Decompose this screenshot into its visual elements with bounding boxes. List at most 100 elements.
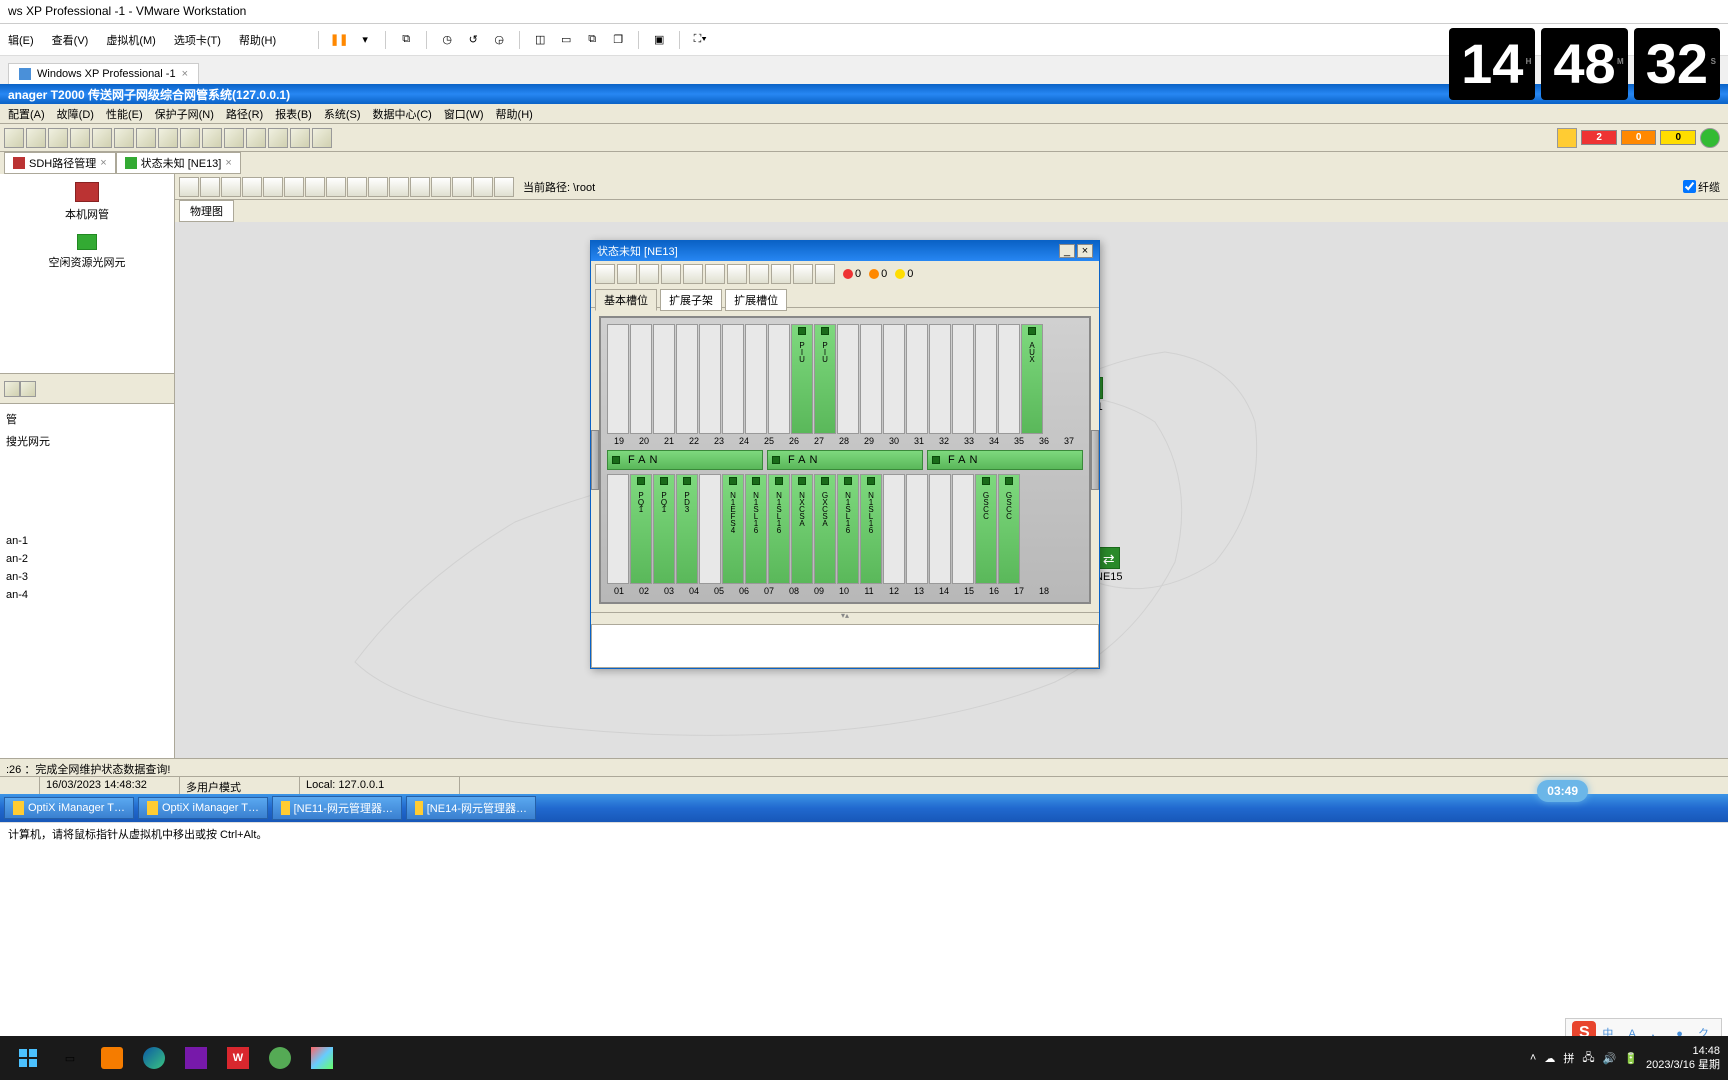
xp-task-item[interactable]: [NE11-网元管理器… [272,796,402,820]
fan-unit[interactable]: FAN [767,450,923,470]
slot-13[interactable] [883,474,905,584]
zoom-reset-icon[interactable] [263,177,283,197]
tb-icon-7[interactable] [136,128,156,148]
slot-32[interactable] [906,324,928,434]
tool-icon[interactable] [815,264,835,284]
select-icon[interactable] [326,177,346,197]
menu-datacenter[interactable]: 数据中心(C) [369,104,436,124]
menu-window[interactable]: 窗口(W) [440,104,488,124]
menu-path[interactable]: 路径(R) [222,104,267,124]
tree-item[interactable]: 管 [4,408,170,430]
tray-chevron-icon[interactable]: ˄ [1530,1052,1536,1064]
tray-volume-icon[interactable]: 🔊 [1603,1052,1617,1065]
tb-icon-14[interactable] [290,128,310,148]
wps-icon[interactable]: W [218,1040,258,1076]
layout4-icon[interactable]: ❐ [608,30,628,50]
menu-view[interactable]: 查看(V) [52,32,89,48]
status-ok-icon[interactable] [1700,128,1720,148]
tb-icon-15[interactable] [312,128,332,148]
slot-10[interactable]: GXCSA [814,474,836,584]
slot-03[interactable]: PQ1 [653,474,675,584]
splitter-handle[interactable]: ▾▴ [591,612,1099,620]
slot-07[interactable]: N1SL16 [745,474,767,584]
tab-basic-slot[interactable]: 基本槽位 [595,289,657,311]
xp-task-item[interactable]: [NE14-网元管理器… [406,796,536,820]
fiber-check-input[interactable] [1683,180,1696,193]
console-icon[interactable]: ▣ [649,30,669,50]
revert-icon[interactable]: ↺ [463,30,483,50]
app-icon[interactable] [302,1040,342,1076]
slot-05[interactable] [699,474,721,584]
menu-tabs[interactable]: 选项卡(T) [174,32,221,48]
slot-34[interactable] [952,324,974,434]
slot-21[interactable] [653,324,675,434]
bell-icon[interactable] [1557,128,1577,148]
tool-icon[interactable] [639,264,659,284]
tray-network-icon[interactable]: 🖧 [1582,1049,1594,1068]
browser-icon[interactable] [260,1040,300,1076]
layout2-icon[interactable]: ▭ [556,30,576,50]
save-icon[interactable] [431,177,451,197]
slot-35[interactable] [975,324,997,434]
slot-04[interactable]: PD3 [676,474,698,584]
menu-system[interactable]: 系统(S) [320,104,365,124]
close-button[interactable]: × [1077,244,1093,258]
idle-optical-ne-icon[interactable]: 空闲资源光网元 [8,234,166,270]
tree-item[interactable]: an-3 [4,568,170,586]
layout3-icon[interactable]: ⧉ [582,30,602,50]
start-button[interactable] [8,1040,48,1076]
view-icon[interactable] [494,177,514,197]
tab-physical-view[interactable]: 物理图 [179,200,234,222]
close-icon[interactable]: × [100,157,106,169]
tree-item[interactable]: an-1 [4,532,170,550]
slot-25[interactable] [745,324,767,434]
tree-item[interactable]: an-4 [4,586,170,604]
slot-09[interactable]: NXCSA [791,474,813,584]
zoom-region-icon[interactable] [242,177,262,197]
slot-02[interactable]: PQ1 [630,474,652,584]
tab-ne13-status[interactable]: 状态未知 [NE13] × [116,152,241,174]
slot-17[interactable]: GSCC [975,474,997,584]
tool-icon[interactable] [683,264,703,284]
slot-12[interactable]: N1SL16 [860,474,882,584]
slot-27[interactable]: PIU [791,324,813,434]
task-view-icon[interactable]: ▭ [50,1040,90,1076]
tool-icon[interactable] [793,264,813,284]
view-icon[interactable] [452,177,472,197]
pan-icon[interactable] [305,177,325,197]
slot-33[interactable] [929,324,951,434]
tool-icon[interactable] [595,264,615,284]
edge-icon[interactable] [134,1040,174,1076]
slot-37[interactable]: AUX [1021,324,1043,434]
local-nms-icon[interactable]: 本机网管 [8,182,166,222]
tray-clock[interactable]: 14:48 2023/3/16 星期 [1646,1044,1720,1072]
alarm-major[interactable]: 0 [1621,130,1657,145]
topology-canvas[interactable]: 11 ⇄ NE1 ⇄ NE15 状态未知 [NE13] _ × [175,222,1728,758]
close-icon[interactable]: × [182,68,188,80]
zoom-fit-icon[interactable] [221,177,241,197]
slot-24[interactable] [722,324,744,434]
menu-help[interactable]: 帮助(H) [239,32,276,48]
tb-icon-5[interactable] [92,128,112,148]
tool-icon[interactable] [617,264,637,284]
tb-icon-4[interactable] [70,128,90,148]
xp-task-item[interactable]: OptiX iManager T… [138,797,268,819]
slot-23[interactable] [699,324,721,434]
tray-battery-icon[interactable]: 🔋 [1624,1052,1638,1065]
tree-item[interactable]: 搜光网元 [4,430,170,452]
tool-icon[interactable] [705,264,725,284]
zoom-in-icon[interactable] [179,177,199,197]
fan-unit[interactable]: FAN [607,450,763,470]
tool-icon[interactable] [771,264,791,284]
menu-vm[interactable]: 虚拟机(M) [106,32,156,48]
tb-icon-8[interactable] [158,128,178,148]
menu-fault[interactable]: 故障(D) [53,104,98,124]
zoom-out-icon[interactable] [200,177,220,197]
tool-icon[interactable] [4,381,20,397]
fiber-checkbox[interactable]: 纤缆 [1683,179,1720,195]
vm-tab[interactable]: Windows XP Professional -1 × [8,63,199,84]
tb-icon-10[interactable] [202,128,222,148]
manage-icon[interactable]: ◶ [489,30,509,50]
tab-ext-slot[interactable]: 扩展槽位 [725,289,787,311]
pause-button[interactable]: ❚❚ [329,30,349,50]
